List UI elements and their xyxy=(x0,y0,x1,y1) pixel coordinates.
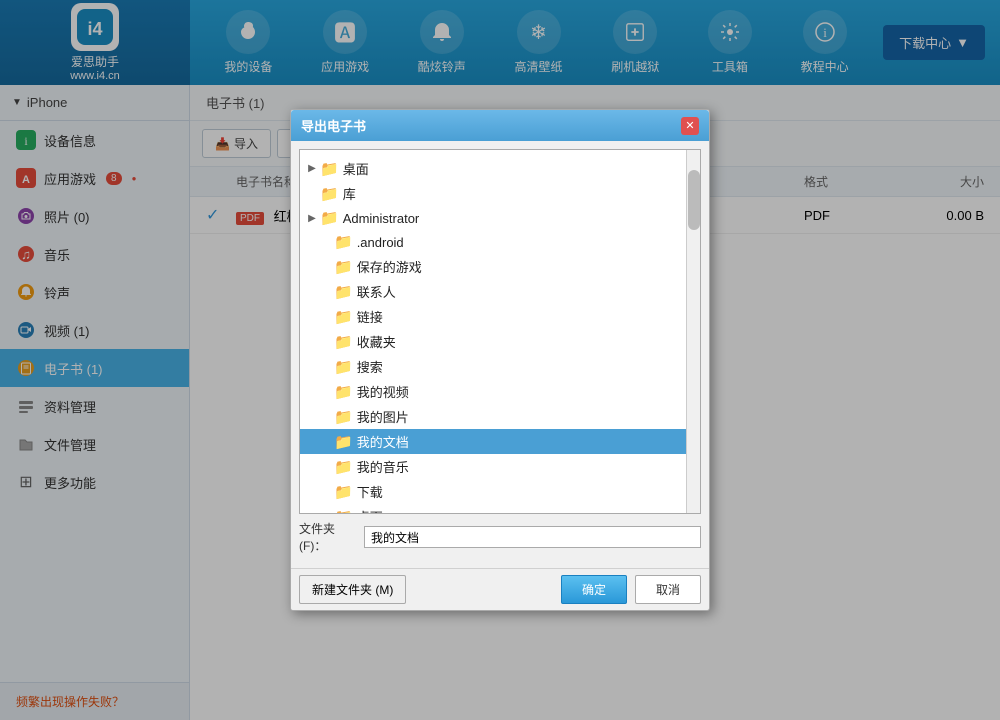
tree-item[interactable]: 📁 下载 xyxy=(300,479,686,504)
path-row: 文件夹 (F)： xyxy=(299,520,701,554)
tree-item[interactable]: 📁 库 xyxy=(300,181,686,206)
tree-item[interactable]: 📁 保存的游戏 xyxy=(300,254,686,279)
modal-overlay: 导出电子书 ✕ ▶ 📁 桌面 📁 库 ▶ 📁 Administrator xyxy=(0,0,1000,720)
tree-item[interactable]: 📁 链接 xyxy=(300,304,686,329)
folder-icon: 📁 xyxy=(334,408,353,426)
tree-item[interactable]: 📁 我的图片 xyxy=(300,404,686,429)
folder-icon: 📁 xyxy=(320,185,339,203)
folder-icon: 📁 xyxy=(334,283,353,301)
tree-item-label: 链接 xyxy=(357,307,383,326)
tree-item-label: 我的音乐 xyxy=(357,457,409,476)
folder-icon: 📁 xyxy=(334,258,353,276)
folder-icon: 📁 xyxy=(334,483,353,501)
modal-body: ▶ 📁 桌面 📁 库 ▶ 📁 Administrator 📁 .android … xyxy=(291,141,709,568)
folder-icon: 📁 xyxy=(334,508,353,514)
path-label: 文件夹 (F)： xyxy=(299,520,364,554)
tree-item[interactable]: 📁 桌面 xyxy=(300,504,686,513)
cancel-btn[interactable]: 取消 xyxy=(635,575,701,604)
modal-footer: 新建文件夹 (M) 确定 取消 xyxy=(291,568,709,610)
expand-icon: ▶ xyxy=(306,213,318,224)
scrollbar-thumb[interactable] xyxy=(688,170,700,230)
tree-item-label: 我的图片 xyxy=(357,407,409,426)
tree-item-label: 保存的游戏 xyxy=(357,257,422,276)
tree-item[interactable]: 📁 搜索 xyxy=(300,354,686,379)
folder-icon: 📁 xyxy=(334,233,353,251)
tree-item-label: 我的文档 xyxy=(357,432,409,451)
file-tree-container: ▶ 📁 桌面 📁 库 ▶ 📁 Administrator 📁 .android … xyxy=(299,149,701,514)
expand-icon: ▶ xyxy=(306,163,318,174)
tree-item[interactable]: 📁 我的视频 xyxy=(300,379,686,404)
folder-icon: 📁 xyxy=(334,458,353,476)
tree-item[interactable]: ▶ 📁 Administrator xyxy=(300,206,686,230)
file-tree[interactable]: ▶ 📁 桌面 📁 库 ▶ 📁 Administrator 📁 .android … xyxy=(300,150,686,513)
tree-item[interactable]: 📁 联系人 xyxy=(300,279,686,304)
tree-item-label: 下载 xyxy=(357,482,383,501)
folder-icon: 📁 xyxy=(334,308,353,326)
tree-item-label: 我的视频 xyxy=(357,382,409,401)
tree-item-label: 联系人 xyxy=(357,282,396,301)
tree-item[interactable]: 📁 .android xyxy=(300,230,686,254)
confirm-btn[interactable]: 确定 xyxy=(561,575,627,604)
tree-item[interactable]: 📁 收藏夹 xyxy=(300,329,686,354)
folder-icon: 📁 xyxy=(334,333,353,351)
folder-icon: 📁 xyxy=(320,160,339,178)
scrollbar-track xyxy=(686,150,700,513)
tree-item[interactable]: ▶ 📁 桌面 xyxy=(300,156,686,181)
folder-icon: 📁 xyxy=(334,358,353,376)
new-folder-btn[interactable]: 新建文件夹 (M) xyxy=(299,575,406,604)
tree-item-label: 桌面 xyxy=(357,507,383,513)
tree-item-label: .android xyxy=(357,235,404,250)
folder-icon: 📁 xyxy=(334,433,353,451)
path-input[interactable] xyxy=(364,526,701,548)
folder-icon: 📁 xyxy=(320,209,339,227)
modal-btn-group: 确定 取消 xyxy=(561,575,701,604)
export-dialog: 导出电子书 ✕ ▶ 📁 桌面 📁 库 ▶ 📁 Administrator xyxy=(290,109,710,611)
modal-title-bar: 导出电子书 ✕ xyxy=(291,110,709,141)
tree-item-label: 收藏夹 xyxy=(357,332,396,351)
tree-item[interactable]: 📁 我的音乐 xyxy=(300,454,686,479)
tree-item-label: 桌面 xyxy=(343,159,369,178)
tree-item[interactable]: 📁 我的文档 xyxy=(300,429,686,454)
folder-icon: 📁 xyxy=(334,383,353,401)
modal-close-btn[interactable]: ✕ xyxy=(681,117,699,135)
modal-title: 导出电子书 xyxy=(301,116,366,135)
tree-item-label: 搜索 xyxy=(357,357,383,376)
tree-item-label: 库 xyxy=(343,184,356,203)
tree-item-label: Administrator xyxy=(343,211,420,226)
